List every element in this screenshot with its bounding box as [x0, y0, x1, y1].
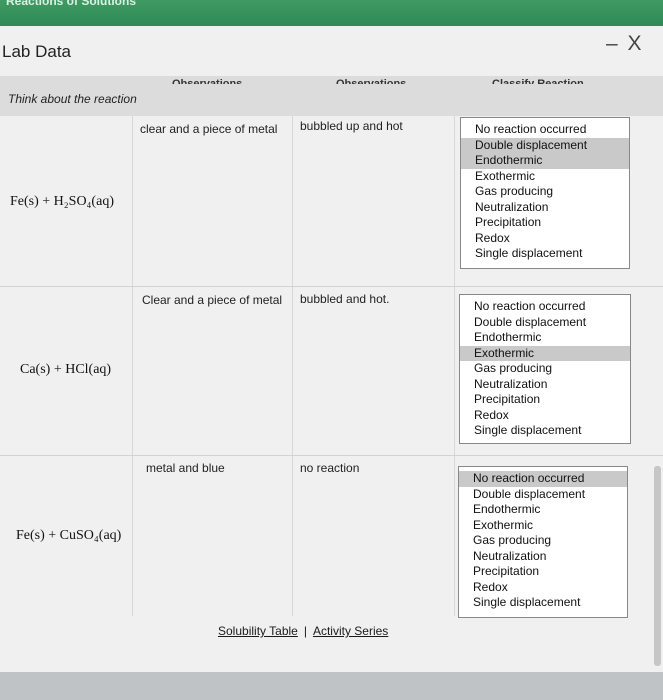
link-separator: |	[303, 624, 307, 638]
option-precipitation[interactable]: Precipitation	[461, 215, 629, 231]
reference-links: Solubility Table | Activity Series	[218, 624, 388, 638]
bottom-bar	[0, 672, 663, 700]
solubility-table-link[interactable]: Solubility Table	[218, 624, 298, 638]
observation-1: clear and a piece of metal	[140, 122, 278, 136]
option-single-displacement[interactable]: Single displacement	[460, 423, 630, 439]
option-no-reaction[interactable]: No reaction occurred	[461, 122, 629, 138]
option-redox[interactable]: Redox	[459, 580, 627, 596]
option-redox[interactable]: Redox	[460, 408, 630, 424]
option-neutralization[interactable]: Neutralization	[460, 377, 630, 393]
option-precipitation[interactable]: Precipitation	[459, 564, 627, 580]
option-double-displacement[interactable]: Double displacement	[459, 487, 627, 503]
option-neutralization[interactable]: Neutralization	[461, 200, 629, 216]
option-no-reaction[interactable]: No reaction occurred	[460, 299, 630, 315]
observation-1: metal and blue	[146, 461, 225, 475]
lab-data-window: Lab Data – X Observations Observations C…	[0, 26, 663, 672]
option-exothermic[interactable]: Exothermic	[460, 345, 630, 361]
observation-2: bubbled and hot.	[300, 292, 390, 306]
option-gas-producing[interactable]: Gas producing	[459, 533, 627, 549]
option-neutralization[interactable]: Neutralization	[459, 549, 627, 565]
observation-1: Clear and a piece of metal	[142, 293, 283, 307]
option-redox[interactable]: Redox	[461, 231, 629, 247]
observation-2: no reaction	[300, 461, 360, 475]
observations-header-1: Observations	[172, 78, 243, 84]
option-no-reaction[interactable]: No reaction occurred	[459, 471, 627, 487]
classify-listbox[interactable]: No reaction occurred Double displacement…	[459, 294, 631, 444]
window-title: Lab Data	[2, 42, 71, 61]
app-banner-text: Reactions of Solutions	[6, 0, 137, 8]
option-single-displacement[interactable]: Single displacement	[461, 246, 629, 262]
classify-listbox[interactable]: No reaction occurred Double displacement…	[460, 117, 630, 269]
observation-2: bubbled up and hot	[300, 119, 403, 133]
option-endothermic[interactable]: Endothermic	[459, 502, 627, 518]
close-window-button[interactable]: – X	[606, 32, 644, 56]
table-header: Observations Observations Classify React…	[0, 76, 663, 116]
option-precipitation[interactable]: Precipitation	[460, 392, 630, 408]
app-top-bar: Reactions of Solutions	[0, 0, 663, 26]
classify-reaction-header: Classify Reaction	[492, 78, 584, 84]
option-endothermic[interactable]: Endothermic	[461, 153, 629, 169]
scrollbar[interactable]	[654, 466, 661, 666]
think-about-reaction-label: Think about the reaction	[8, 92, 137, 106]
reaction-equation: Fe(s) + H₂SO₄(aq)	[10, 194, 114, 209]
reaction-row-3: Fe(s) + CuSO₄(aq) metal and blue no reac…	[0, 456, 663, 618]
activity-series-link[interactable]: Activity Series	[313, 624, 388, 638]
option-single-displacement[interactable]: Single displacement	[459, 595, 627, 611]
reaction-equation: Ca(s) + HCl(aq)	[20, 362, 112, 377]
option-double-displacement[interactable]: Double displacement	[461, 137, 629, 153]
option-gas-producing[interactable]: Gas producing	[460, 361, 630, 377]
option-endothermic[interactable]: Endothermic	[460, 330, 630, 346]
option-exothermic[interactable]: Exothermic	[461, 169, 629, 185]
observations-header-2: Observations	[336, 78, 407, 84]
reaction-row-2: Ca(s) + HCl(aq) Clear and a piece of met…	[0, 287, 663, 456]
reaction-row-1: Fe(s) + H₂SO₄(aq) clear and a piece of m…	[0, 116, 663, 287]
option-gas-producing[interactable]: Gas producing	[461, 184, 629, 200]
option-exothermic[interactable]: Exothermic	[459, 518, 627, 534]
classify-listbox[interactable]: No reaction occurred Double displacement…	[458, 466, 628, 618]
option-double-displacement[interactable]: Double displacement	[460, 315, 630, 331]
reaction-equation: Fe(s) + CuSO₄(aq)	[16, 528, 122, 543]
